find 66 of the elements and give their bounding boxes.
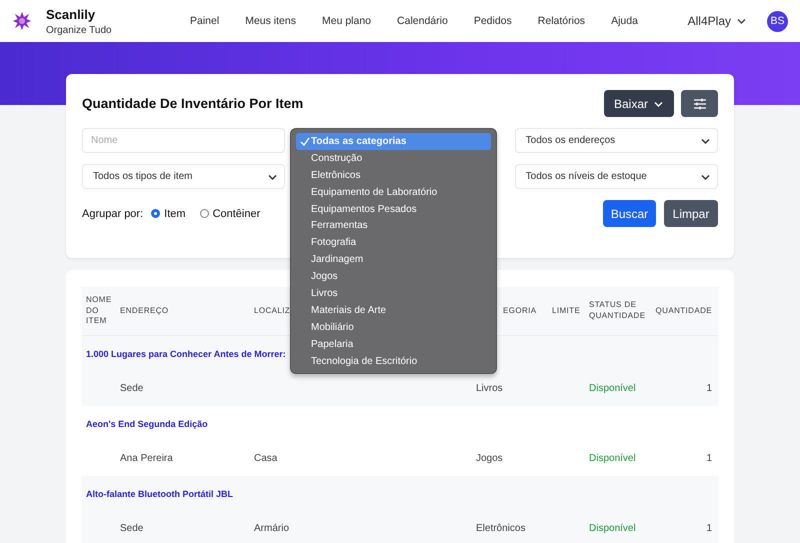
- menu-option[interactable]: Livros: [296, 285, 491, 302]
- table-cell-text: Jogos: [475, 453, 504, 464]
- table-cell-text: Ana Pereira: [119, 453, 174, 464]
- column-header: LIMITE: [552, 306, 580, 316]
- nav-link[interactable]: Relatórios: [524, 15, 598, 27]
- status-text: Disponível: [588, 453, 637, 464]
- column-header: ENDEREÇO: [120, 306, 169, 316]
- chevron-down-icon: [736, 16, 747, 26]
- menu-option[interactable]: Eletrônicos: [296, 166, 491, 184]
- filter-button[interactable]: [681, 90, 718, 117]
- table-cell-text: Sede: [119, 523, 144, 534]
- nav-link[interactable]: Meus itens: [232, 15, 309, 27]
- column-header: LOCALIZ: [254, 306, 290, 316]
- menu-option[interactable]: Jardinagem: [296, 251, 491, 268]
- clear-button[interactable]: Limpar: [664, 200, 718, 227]
- tagline: Organize Tudo: [46, 24, 112, 36]
- table-cell-text: 1: [705, 523, 713, 534]
- menu-option[interactable]: Jogos: [296, 268, 491, 286]
- nav-link[interactable]: Pedidos: [460, 15, 525, 27]
- table-cell-text: Casa: [253, 453, 278, 464]
- account-menu[interactable]: All4Play: [688, 14, 731, 28]
- menu-option[interactable]: Mobiliário: [296, 318, 491, 336]
- table-cell-text: Sede: [119, 383, 144, 394]
- menu-option[interactable]: Materiais de Arte: [296, 302, 491, 319]
- menu-option[interactable]: Equipamento de Laboratório: [296, 184, 491, 201]
- select-field[interactable]: Todos os tipos de item: [82, 164, 286, 189]
- column-header: QUANTIDADE: [656, 306, 712, 316]
- download-button[interactable]: Baixar: [604, 90, 674, 117]
- menu-option[interactable]: Equipamentos Pesados: [296, 200, 491, 218]
- select-field[interactable]: Todos os endereços: [514, 128, 718, 153]
- select-field[interactable]: Todos os níveis de estoque: [514, 164, 718, 189]
- nav-link[interactable]: Ajuda: [598, 15, 651, 27]
- menu-option[interactable]: Ferramentas: [296, 217, 491, 234]
- radio-icon[interactable]: [151, 209, 160, 218]
- brand-name: Scanlily: [46, 6, 96, 22]
- sliders-icon: [692, 96, 706, 110]
- check-icon: [300, 137, 310, 146]
- nav-link[interactable]: Meu plano: [308, 15, 384, 27]
- group-by-label: Agrupar por:: [82, 208, 144, 220]
- menu-option[interactable]: Papelaria: [296, 336, 491, 353]
- menu-option[interactable]: Construção: [296, 150, 491, 167]
- radio-option[interactable]: Item: [151, 208, 186, 220]
- search-button[interactable]: Buscar: [603, 200, 656, 227]
- table-cell-text: Eletrônicos: [475, 523, 526, 534]
- card-title: Quantidade De Inventário Por Item: [82, 96, 304, 111]
- nav-link[interactable]: Calendário: [384, 15, 461, 27]
- user-avatar[interactable]: BS: [767, 10, 788, 32]
- menu-option[interactable]: Fotografia: [296, 234, 491, 252]
- column-header: STATUS DE QUANTIDADE: [589, 300, 646, 322]
- table-cell-text: 1: [705, 383, 713, 394]
- radio-option[interactable]: Contêiner: [200, 208, 260, 220]
- column-header: EGORIA: [503, 306, 537, 316]
- item-link[interactable]: Aeon's End Segunda Edição: [86, 418, 208, 428]
- menu-option[interactable]: Tecnologia de Escritório: [296, 352, 491, 370]
- table-cell-text: Livros: [475, 383, 504, 394]
- column-header: NOME DO ITEM: [86, 294, 113, 328]
- nav-link[interactable]: Painel: [177, 15, 232, 27]
- name-field[interactable]: Nome: [82, 128, 286, 153]
- item-link[interactable]: 1.000 Lugares para Conhecer Antes de Morrer:: [86, 348, 286, 358]
- logo-icon[interactable]: [12, 11, 32, 31]
- status-text: Disponível: [588, 383, 637, 394]
- table-cell-text: Armário: [253, 523, 290, 534]
- item-link[interactable]: Alto-falante Bluetooth Portátil JBL: [86, 488, 233, 498]
- status-text: Disponível: [588, 523, 637, 534]
- table-cell-text: 1: [705, 453, 713, 464]
- radio-icon[interactable]: [200, 209, 209, 218]
